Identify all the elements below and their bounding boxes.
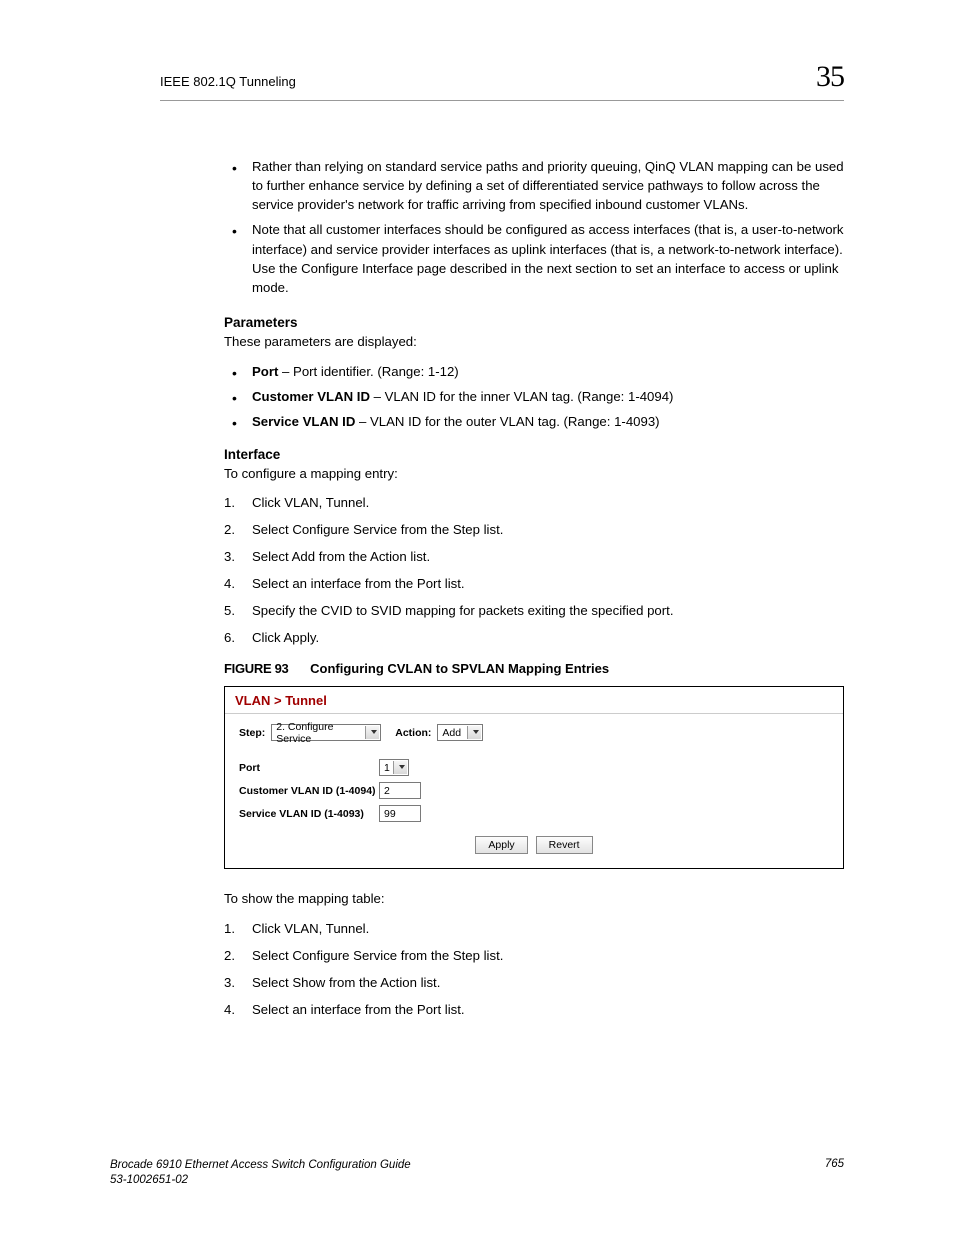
parameters-list: Port – Port identifier. (Range: 1-12) Cu… xyxy=(224,361,844,432)
configure-steps: Click VLAN, Tunnel. Select Configure Ser… xyxy=(224,493,844,648)
list-item: Rather than relying on standard service … xyxy=(224,157,844,214)
footer-doc: Brocade 6910 Ethernet Access Switch Conf… xyxy=(110,1158,411,1189)
page-content: Rather than relying on standard service … xyxy=(224,157,844,1019)
chevron-down-icon xyxy=(473,730,479,734)
param-name: Service VLAN ID xyxy=(252,414,355,429)
parameters-intro: These parameters are displayed: xyxy=(224,332,844,351)
list-item: Select an interface from the Port list. xyxy=(224,574,844,593)
param-name: Port xyxy=(252,364,278,379)
list-item: Click VLAN, Tunnel. xyxy=(224,919,844,938)
figure-buttons: Apply Revert xyxy=(239,836,829,858)
footer-doc-id: 53-1002651-02 xyxy=(110,1173,411,1189)
footer-doc-title: Brocade 6910 Ethernet Access Switch Conf… xyxy=(110,1158,411,1174)
list-item: Note that all customer interfaces should… xyxy=(224,220,844,297)
apply-button[interactable]: Apply xyxy=(475,836,527,854)
interface-intro: To configure a mapping entry: xyxy=(224,464,844,483)
list-item: Select Configure Service from the Step l… xyxy=(224,520,844,539)
interface-heading: Interface xyxy=(224,447,844,462)
step-select-value: 2. Configure Service xyxy=(276,721,362,745)
list-item: Service VLAN ID – VLAN ID for the outer … xyxy=(224,411,844,432)
page-header: IEEE 802.1Q Tunneling 35 xyxy=(160,60,844,101)
parameters-heading: Parameters xyxy=(224,315,844,330)
port-select-value: 1 xyxy=(384,762,390,774)
revert-button[interactable]: Revert xyxy=(536,836,593,854)
step-select[interactable]: 2. Configure Service xyxy=(271,724,381,741)
service-vlan-input[interactable]: 99 xyxy=(379,805,421,822)
customer-vlan-input[interactable]: 2 xyxy=(379,782,421,799)
param-name: Customer VLAN ID xyxy=(252,389,370,404)
action-select-value: Add xyxy=(442,727,461,739)
chevron-down-icon xyxy=(371,730,377,734)
figure-body: Step: 2. Configure Service Action: Add P… xyxy=(225,714,843,868)
intro-bullets: Rather than relying on standard service … xyxy=(224,157,844,297)
figure-screenshot: VLAN > Tunnel Step: 2. Configure Service… xyxy=(224,686,844,869)
step-label: Step: xyxy=(239,727,265,739)
breadcrumb: VLAN > Tunnel xyxy=(225,687,843,714)
port-select[interactable]: 1 xyxy=(379,759,409,776)
list-item: Select Configure Service from the Step l… xyxy=(224,946,844,965)
list-item: Customer VLAN ID – VLAN ID for the inner… xyxy=(224,386,844,407)
svlan-label: Service VLAN ID (1-4093) xyxy=(239,808,379,820)
show-intro: To show the mapping table: xyxy=(224,889,844,908)
param-desc: – Port identifier. (Range: 1-12) xyxy=(278,364,458,379)
list-item: Select Add from the Action list. xyxy=(224,547,844,566)
list-item: Click Apply. xyxy=(224,628,844,647)
port-label: Port xyxy=(239,762,379,774)
chapter-number: 35 xyxy=(816,60,844,94)
action-label: Action: xyxy=(395,727,431,739)
header-title: IEEE 802.1Q Tunneling xyxy=(160,74,296,89)
cvlan-label: Customer VLAN ID (1-4094) xyxy=(239,785,379,797)
page-footer: Brocade 6910 Ethernet Access Switch Conf… xyxy=(110,1158,844,1189)
svlan-value: 99 xyxy=(384,808,396,820)
step-action-row: Step: 2. Configure Service Action: Add xyxy=(239,724,829,741)
page-number: 765 xyxy=(825,1158,844,1189)
list-item: Select an interface from the Port list. xyxy=(224,1000,844,1019)
list-item: Select Show from the Action list. xyxy=(224,973,844,992)
field-grid: Port 1 Customer VLAN ID (1-4094) 2 Servi… xyxy=(239,759,829,822)
chevron-down-icon xyxy=(399,765,405,769)
cvlan-value: 2 xyxy=(384,785,390,797)
figure-caption: FIGURE 93 Configuring CVLAN to SPVLAN Ma… xyxy=(224,661,844,676)
list-item: Specify the CVID to SVID mapping for pac… xyxy=(224,601,844,620)
param-desc: – VLAN ID for the inner VLAN tag. (Range… xyxy=(370,389,673,404)
show-steps: Click VLAN, Tunnel. Select Configure Ser… xyxy=(224,919,844,1020)
param-desc: – VLAN ID for the outer VLAN tag. (Range… xyxy=(355,414,659,429)
list-item: Port – Port identifier. (Range: 1-12) xyxy=(224,361,844,382)
figure-label: FIGURE 93 xyxy=(224,661,288,676)
list-item: Click VLAN, Tunnel. xyxy=(224,493,844,512)
figure-title: Configuring CVLAN to SPVLAN Mapping Entr… xyxy=(310,661,609,676)
action-select[interactable]: Add xyxy=(437,724,483,741)
